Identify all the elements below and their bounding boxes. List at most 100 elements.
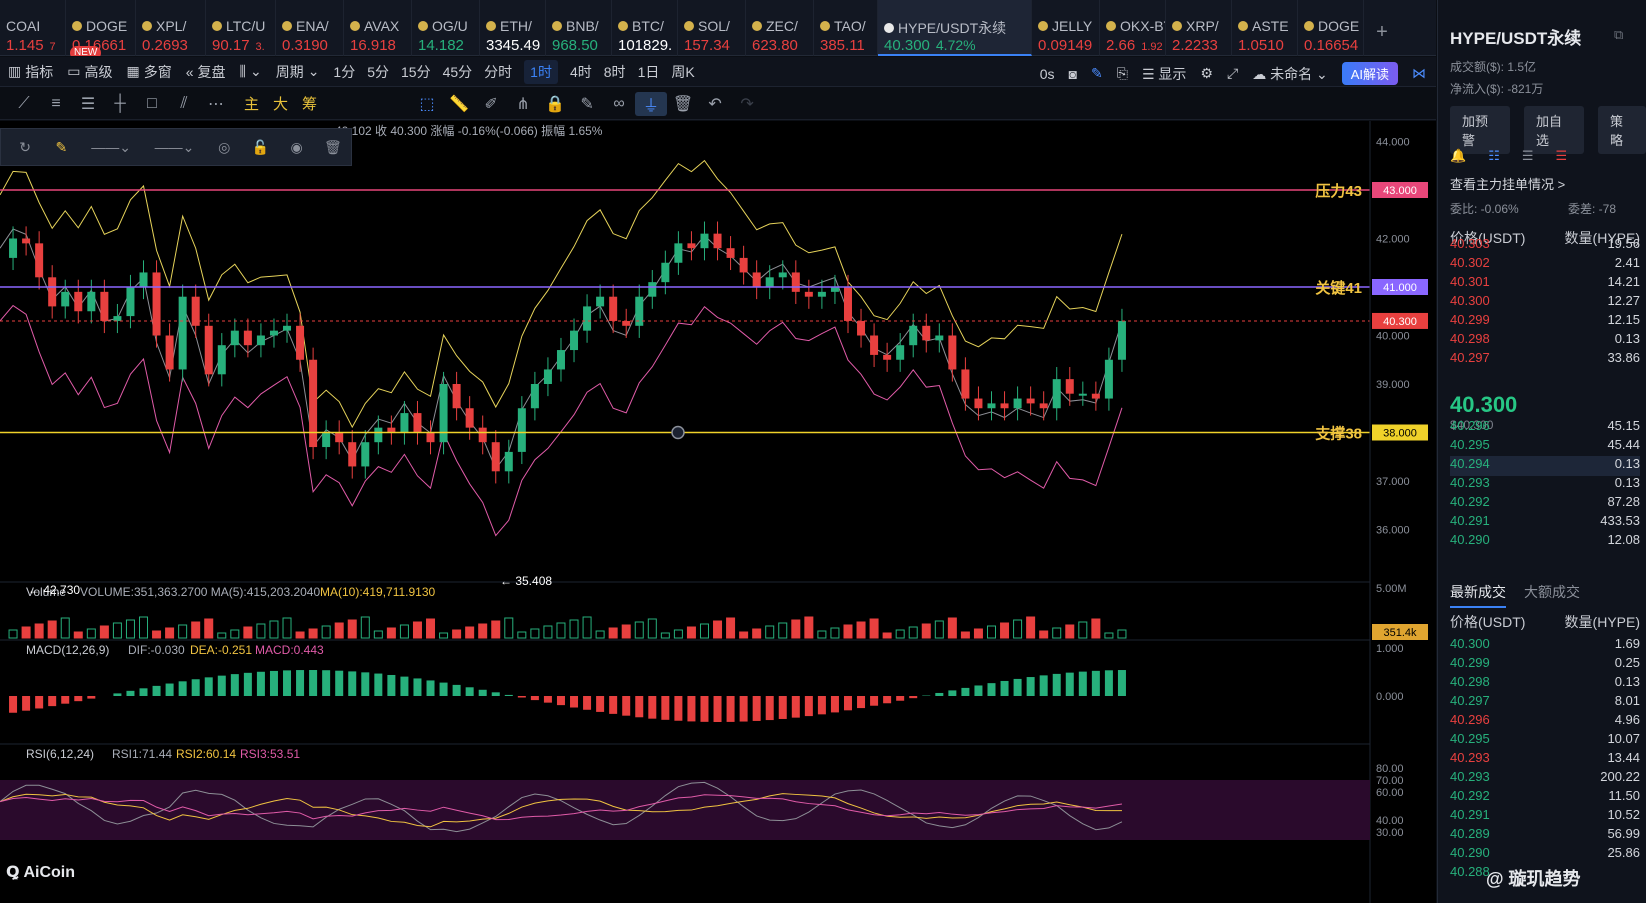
hline-tool-icon[interactable]: ☰ bbox=[72, 94, 104, 114]
period-option[interactable]: 4时 bbox=[570, 60, 592, 84]
tab-large-trades[interactable]: 大额成交 bbox=[1524, 582, 1580, 608]
magnet-icon[interactable]: ⋔ bbox=[507, 94, 539, 114]
symbol-tab[interactable]: XRP/2.2233 bbox=[1166, 0, 1232, 56]
ruler-icon[interactable]: 📏 bbox=[443, 94, 475, 114]
brush-icon[interactable]: ✐ bbox=[475, 94, 507, 114]
symbol-tab[interactable]: BTC/101829. bbox=[612, 0, 678, 56]
symbol-tab[interactable]: BNB/968.50 bbox=[546, 0, 612, 56]
multi-window-button[interactable]: ▦ 多窗 bbox=[126, 62, 171, 82]
tab-latest-trades[interactable]: 最新成交 bbox=[1450, 582, 1506, 608]
chip-distribution-chip[interactable]: 筹 bbox=[302, 93, 317, 114]
line-style-dropdown[interactable]: ——⌄ bbox=[79, 139, 142, 156]
layout-dropdown[interactable]: ☁ 未命名 ⌄ bbox=[1252, 64, 1328, 84]
period-option[interactable]: 8时 bbox=[604, 60, 626, 84]
ask-row[interactable]: 40.297 33.86 bbox=[1450, 350, 1640, 370]
share-icon[interactable]: ⎘ bbox=[1117, 65, 1128, 82]
camera-icon[interactable]: ◙ bbox=[1069, 66, 1077, 82]
ai-interpret-button[interactable]: AI解读 bbox=[1341, 62, 1398, 85]
depth-link[interactable]: 查看主力挂单情况 > bbox=[1450, 174, 1565, 193]
settings-icon[interactable]: ⚙ bbox=[1200, 65, 1213, 82]
bid-row[interactable]: 40.295 45.44 bbox=[1450, 437, 1640, 457]
indicator-button[interactable]: ▥ 指标 bbox=[8, 62, 53, 82]
drag-handle[interactable] bbox=[671, 425, 685, 440]
display-button[interactable]: ☰ 显示 bbox=[1142, 64, 1186, 84]
crossline-tool-icon[interactable]: ┼ bbox=[104, 95, 136, 113]
chart-type-button[interactable]: ⫼ ⌄ bbox=[240, 63, 262, 80]
parallel-tool-icon[interactable]: ≡ bbox=[40, 95, 72, 113]
symbol-tab[interactable]: JELLY 0.09149 bbox=[1032, 0, 1100, 56]
main-force-chip[interactable]: 主 bbox=[244, 93, 259, 114]
symbol-tab[interactable]: ZEC/623.80 bbox=[746, 0, 814, 56]
ask-row[interactable]: 40.298 0.13 bbox=[1450, 331, 1640, 351]
add-tab-button[interactable]: + bbox=[1364, 0, 1400, 55]
bid-row[interactable]: 40.290 12.08 bbox=[1450, 532, 1640, 552]
large-order-chip[interactable]: 大 bbox=[273, 93, 288, 114]
period-option[interactable]: 周K bbox=[671, 60, 694, 84]
period-dropdown[interactable]: 周期 ⌄ bbox=[276, 62, 320, 82]
line-width-dropdown[interactable]: ——⌄ bbox=[143, 139, 206, 156]
ask-row[interactable]: 40.302 2.41 bbox=[1450, 255, 1640, 275]
ask-row[interactable]: 40.299 12.15 bbox=[1450, 312, 1640, 332]
bid-row[interactable]: 40.293 0.13 bbox=[1450, 475, 1640, 495]
line-tool-icon[interactable]: ⟋ bbox=[8, 95, 40, 113]
symbol-tab[interactable]: ASTE 1.0510 bbox=[1232, 0, 1298, 56]
bell-icon[interactable]: 🔔 bbox=[1450, 148, 1466, 164]
edit-icon[interactable]: ✎ bbox=[571, 94, 603, 114]
replay-button[interactable]: «复盘 bbox=[186, 62, 226, 82]
select-icon[interactable]: ⬚ bbox=[411, 94, 443, 114]
rotate-icon[interactable]: ↻ bbox=[7, 139, 43, 156]
symbol-tab[interactable]: LTC/U 90.17 3. bbox=[206, 0, 276, 56]
fullscreen-icon[interactable]: ⤢ bbox=[1227, 65, 1238, 82]
period-option[interactable]: 15分 bbox=[401, 60, 431, 84]
symbol-tab[interactable]: SOL/157.34 bbox=[678, 0, 746, 56]
period-option[interactable]: 5分 bbox=[367, 60, 389, 84]
period-option[interactable]: 1分 bbox=[333, 60, 355, 84]
bid-row[interactable]: 40.294 0.13 bbox=[1450, 456, 1640, 476]
delete-icon[interactable]: 🗑 bbox=[315, 139, 351, 156]
fib-tool-icon[interactable]: ⫽ bbox=[168, 95, 200, 113]
unlock-icon[interactable]: 🔓 bbox=[242, 139, 278, 156]
bid-row[interactable]: 40.296 45.15 bbox=[1450, 418, 1640, 438]
more-icon[interactable]: ⋯ bbox=[200, 94, 232, 114]
bid-row[interactable]: 40.292 87.28 bbox=[1450, 494, 1640, 514]
bid-row[interactable]: 40.291 433.53 bbox=[1450, 513, 1640, 533]
ask-row[interactable]: 40.303 19.56 bbox=[1450, 236, 1640, 256]
trash-icon[interactable]: 🗑 bbox=[667, 94, 699, 114]
ask-row[interactable]: 40.300 12.27 bbox=[1450, 293, 1640, 313]
link-icon[interactable]: ∞ bbox=[603, 95, 635, 113]
period-option[interactable]: 1时 bbox=[524, 59, 558, 84]
symbol-tab[interactable]: HYPE/USDT永续 40.300 4.72% bbox=[878, 0, 1032, 56]
strategy-button[interactable]: 策略 bbox=[1598, 106, 1646, 154]
symbol-tab[interactable]: ETH/3345.49 bbox=[480, 0, 546, 56]
undo-icon[interactable]: ↶ bbox=[699, 94, 731, 114]
copy-icon[interactable]: ⧉ bbox=[1614, 27, 1623, 43]
add-alert-button[interactable]: 加预警 bbox=[1450, 106, 1510, 154]
add-watchlist-button[interactable]: 加自选 bbox=[1524, 106, 1584, 154]
period-option[interactable]: 1日 bbox=[638, 60, 660, 84]
symbol-tab[interactable]: OKX-BTC 2.661.92 bbox=[1100, 0, 1166, 56]
symbol-tab[interactable]: TAO/385.11 bbox=[814, 0, 878, 56]
symbol-tab[interactable]: ENA/0.3190 bbox=[276, 0, 344, 56]
symbol-tab[interactable]: OG/U 14.182 bbox=[412, 0, 480, 56]
symbol-tab[interactable]: XPL/0.2693 bbox=[136, 0, 206, 56]
ask-row[interactable]: 40.301 14.21 bbox=[1450, 274, 1640, 294]
symbol-tab[interactable]: AVAX 16.918 bbox=[344, 0, 412, 56]
filter-icon[interactable]: ⏚ bbox=[635, 91, 668, 116]
highlighter-icon[interactable]: ✎ bbox=[43, 139, 79, 156]
target-icon[interactable]: ◎ bbox=[206, 139, 242, 156]
lock-icon[interactable]: 🔒 bbox=[539, 94, 571, 114]
rect-tool-icon[interactable]: □ bbox=[136, 95, 168, 113]
advanced-button[interactable]: ▭ 高级 bbox=[67, 62, 112, 82]
bids-only-icon[interactable]: ☰ bbox=[1522, 148, 1534, 164]
asks-only-icon[interactable]: ☰ bbox=[1556, 148, 1568, 164]
eye-icon[interactable]: ◉ bbox=[279, 139, 315, 156]
chart-canvas[interactable]: 压力43 43.000 关键41 41.000 支撑38 38.000 40.300 44.… bbox=[0, 121, 1436, 903]
symbol-tab[interactable]: COAI 1.145 7 bbox=[0, 0, 66, 56]
both-sides-icon[interactable]: ☷ bbox=[1488, 148, 1500, 164]
period-option[interactable]: 45分 bbox=[443, 60, 473, 84]
redo-icon[interactable]: ↷ bbox=[731, 94, 763, 114]
pen-icon[interactable]: ✎ bbox=[1091, 65, 1103, 82]
symbol-tab[interactable]: DOGE 0.16661 NEW bbox=[66, 0, 136, 56]
period-option[interactable]: 分时 bbox=[484, 60, 512, 84]
symbol-tab[interactable]: DOGE 0.16654 bbox=[1298, 0, 1364, 56]
